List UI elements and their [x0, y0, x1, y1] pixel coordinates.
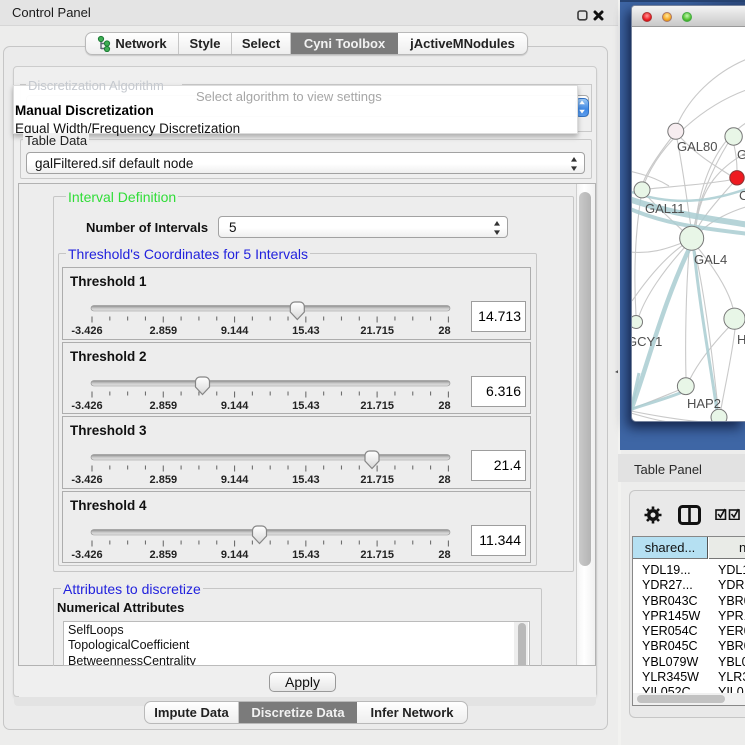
svg-text:GAL11: GAL11: [645, 201, 685, 216]
svg-text:28: 28: [438, 549, 450, 561]
svg-text:-3.426: -3.426: [71, 325, 102, 337]
svg-text:9.144: 9.144: [221, 549, 249, 561]
svg-text:21.715: 21.715: [360, 325, 394, 337]
svg-text:9.144: 9.144: [221, 400, 249, 412]
svg-text:-3.426: -3.426: [71, 474, 102, 486]
svg-text:2.859: 2.859: [150, 325, 178, 337]
svg-text:GAL4: GAL4: [694, 252, 727, 267]
svg-text:2.859: 2.859: [150, 549, 178, 561]
svg-text:H: H: [737, 332, 745, 347]
svg-text:28: 28: [438, 400, 450, 412]
svg-text:-3.426: -3.426: [71, 549, 102, 561]
svg-text:C: C: [739, 188, 745, 203]
svg-text:GCY1: GCY1: [632, 334, 662, 349]
svg-text:-3.426: -3.426: [71, 400, 102, 412]
svg-text:HAP2: HAP2: [687, 396, 721, 411]
svg-text:28: 28: [438, 325, 450, 337]
svg-text:28: 28: [438, 474, 450, 486]
svg-text:15.43: 15.43: [292, 474, 320, 486]
svg-text:15.43: 15.43: [292, 325, 320, 337]
svg-text:21.715: 21.715: [360, 549, 394, 561]
svg-text:9.144: 9.144: [221, 474, 249, 486]
svg-text:GA: GA: [737, 147, 745, 162]
svg-text:2.859: 2.859: [150, 474, 178, 486]
svg-text:15.43: 15.43: [292, 549, 320, 561]
svg-text:GAL80: GAL80: [677, 139, 717, 154]
svg-text:21.715: 21.715: [360, 400, 394, 412]
svg-text:15.43: 15.43: [292, 400, 320, 412]
svg-text:2.859: 2.859: [150, 400, 178, 412]
svg-text:21.715: 21.715: [360, 474, 394, 486]
svg-text:9.144: 9.144: [221, 325, 249, 337]
